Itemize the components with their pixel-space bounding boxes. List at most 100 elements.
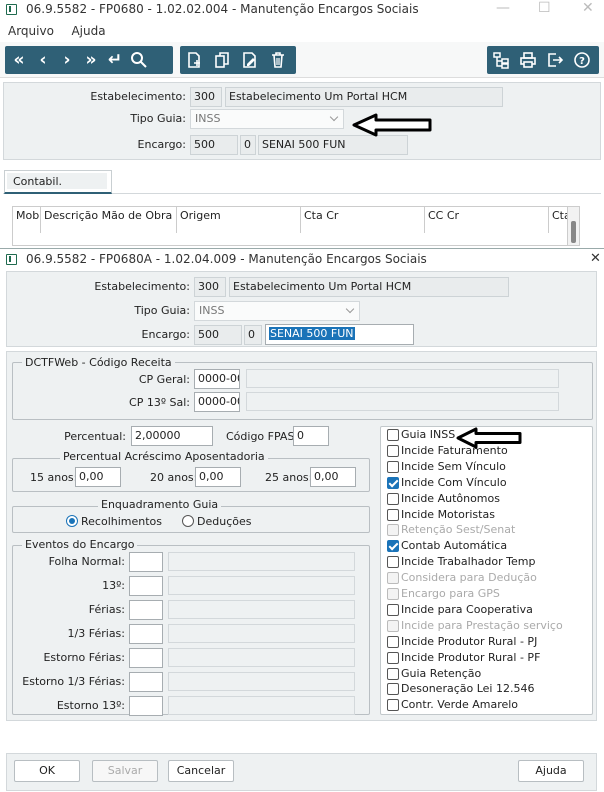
search-icon[interactable] — [127, 48, 151, 72]
encargo-seq: 0 — [244, 325, 262, 345]
checkbox[interactable] — [387, 572, 399, 585]
evento-label: 13º: — [102, 579, 125, 592]
new-record-icon[interactable] — [182, 48, 206, 72]
salvar-button[interactable]: Salvar — [92, 760, 158, 782]
checkbox[interactable] — [387, 540, 399, 553]
bg-encargo-code: 500 — [190, 135, 238, 155]
tree-icon[interactable] — [489, 48, 513, 72]
checkbox[interactable] — [387, 588, 399, 600]
grid-col-origem[interactable]: Origem — [177, 207, 301, 233]
checkbox-label[interactable]: Guia INSS — [401, 428, 455, 441]
checkbox[interactable] — [387, 699, 399, 712]
checkbox-label[interactable]: Incide para Prestação serviço — [401, 619, 563, 632]
grid-col-cta[interactable]: Cta — [549, 207, 571, 233]
percentual-input[interactable]: 2,00000 — [131, 426, 213, 446]
checkbox-label[interactable]: Incide Produtor Rural - PF — [401, 651, 540, 664]
checkbox[interactable] — [387, 524, 399, 537]
menu-ajuda[interactable]: Ajuda — [71, 24, 105, 38]
previous-record-icon[interactable]: ‹ — [31, 48, 55, 72]
evento-code-input[interactable] — [129, 648, 163, 668]
checkbox[interactable] — [387, 508, 399, 521]
checkbox[interactable] — [387, 444, 399, 457]
checkbox-label[interactable]: Incide Com Vínculo — [401, 476, 507, 489]
cp-geral-input[interactable]: 0000-00 — [194, 369, 240, 389]
radio-recolhimentos-label[interactable]: Recolhimentos — [81, 515, 162, 528]
dialog-close-icon[interactable]: ✕ — [590, 251, 601, 266]
grid-col-mob[interactable]: Mob — [13, 207, 41, 233]
grid-col-cta-cr[interactable]: Cta Cr — [301, 207, 425, 233]
close-icon[interactable]: ✕ — [582, 0, 594, 16]
evento-code-input[interactable] — [129, 552, 163, 572]
checkbox-label[interactable]: Incide Autônomos — [401, 492, 500, 505]
menu-arquivo[interactable]: Arquivo — [8, 24, 54, 38]
evento-code-input[interactable] — [129, 624, 163, 644]
checkbox-label[interactable]: Incide Motoristas — [401, 508, 495, 521]
grid-scrollbar[interactable] — [567, 207, 579, 245]
exit-icon[interactable] — [543, 48, 567, 72]
minimize-icon[interactable]: — — [496, 0, 510, 16]
evento-code-input[interactable] — [129, 600, 163, 620]
cp-13-input[interactable]: 0000-00 — [194, 392, 240, 412]
evento-code-input[interactable] — [129, 672, 163, 692]
checkbox[interactable] — [387, 619, 399, 632]
edit-record-icon[interactable] — [238, 48, 262, 72]
print-icon[interactable] — [516, 48, 540, 72]
checkbox[interactable] — [387, 556, 399, 569]
left-arrow-annotation-2 — [456, 427, 522, 452]
codigo-fpas-input[interactable]: 0 — [293, 426, 329, 446]
checkbox-label[interactable]: Incide Produtor Rural - PJ — [401, 635, 537, 648]
first-record-icon[interactable]: « — [7, 48, 31, 72]
dialog-app-icon — [6, 254, 17, 265]
checkbox[interactable] — [387, 460, 399, 473]
radio-deducoes-label[interactable]: Deduções — [197, 515, 251, 528]
a15-input[interactable]: 0,00 — [75, 467, 121, 487]
tab-contabil[interactable]: Contabil. — [4, 170, 112, 194]
checkbox[interactable] — [387, 429, 399, 441]
menu-bar: Arquivo Ajuda — [8, 24, 120, 38]
checkbox[interactable] — [387, 667, 399, 680]
checkbox-label[interactable]: Contr. Verde Amarelo — [401, 698, 518, 711]
ajuda-button[interactable]: Ajuda — [518, 760, 584, 782]
help-icon[interactable]: ? — [570, 48, 594, 72]
checkbox-label[interactable]: Guia Retenção — [401, 667, 481, 680]
checkbox[interactable] — [387, 492, 399, 505]
checkbox-label[interactable]: Considera para Dedução — [401, 571, 537, 584]
delete-record-icon[interactable] — [266, 48, 290, 72]
checkbox[interactable] — [387, 651, 399, 664]
percentual-label: Percentual: — [64, 430, 126, 443]
grid-col-cc-cr[interactable]: CC Cr — [425, 207, 549, 233]
tipo-guia-select[interactable]: INSS — [194, 301, 360, 321]
checkbox-label[interactable]: Incide Trabalhador Temp — [401, 555, 535, 568]
checkbox-label[interactable]: Desoneração Lei 12.546 — [401, 682, 534, 695]
grid-col-descricao[interactable]: Descrição Mão de Obra — [41, 207, 177, 233]
checkbox[interactable] — [387, 476, 399, 489]
cp-13-label: CP 13º Sal: — [129, 396, 190, 409]
ok-button[interactable]: OK — [14, 760, 80, 782]
edit-toolbar-group — [180, 46, 296, 74]
a20-input[interactable]: 0,00 — [195, 467, 241, 487]
evento-code-input[interactable] — [129, 576, 163, 596]
radio-recolhimentos[interactable] — [66, 515, 78, 527]
evento-desc — [168, 648, 355, 667]
cancelar-button[interactable]: Cancelar — [168, 760, 234, 782]
bg-tipo-guia-select[interactable]: INSS — [190, 109, 344, 129]
return-icon[interactable]: ↵ — [103, 48, 127, 72]
copy-record-icon[interactable] — [210, 48, 234, 72]
checkbox[interactable] — [387, 635, 399, 648]
encargo-name-input[interactable]: SENAI 500 FUN — [265, 324, 414, 345]
checkbox-label[interactable]: Incide para Cooperativa — [401, 603, 533, 616]
dialog-window: 06.9.5582 - FP0680A - 1.02.04.009 - Manu… — [0, 248, 604, 792]
checkbox-label[interactable]: Incide Sem Vínculo — [401, 460, 506, 473]
checkbox[interactable] — [387, 603, 399, 616]
bg-window-title: 06.9.5582 - FP0680 - 1.02.02.004 - Manut… — [26, 2, 419, 16]
evento-code-input[interactable] — [129, 696, 163, 716]
maximize-icon[interactable]: ☐ — [538, 0, 551, 16]
checkbox[interactable] — [387, 683, 399, 696]
checkbox-label[interactable]: Retenção Sest/Senat — [401, 523, 515, 536]
next-record-icon[interactable]: › — [55, 48, 79, 72]
checkbox-label[interactable]: Contab Automática — [401, 539, 507, 552]
last-record-icon[interactable]: » — [79, 48, 103, 72]
checkbox-label[interactable]: Encargo para GPS — [401, 587, 500, 600]
a25-input[interactable]: 0,00 — [310, 467, 356, 487]
radio-deducoes[interactable] — [182, 515, 194, 527]
